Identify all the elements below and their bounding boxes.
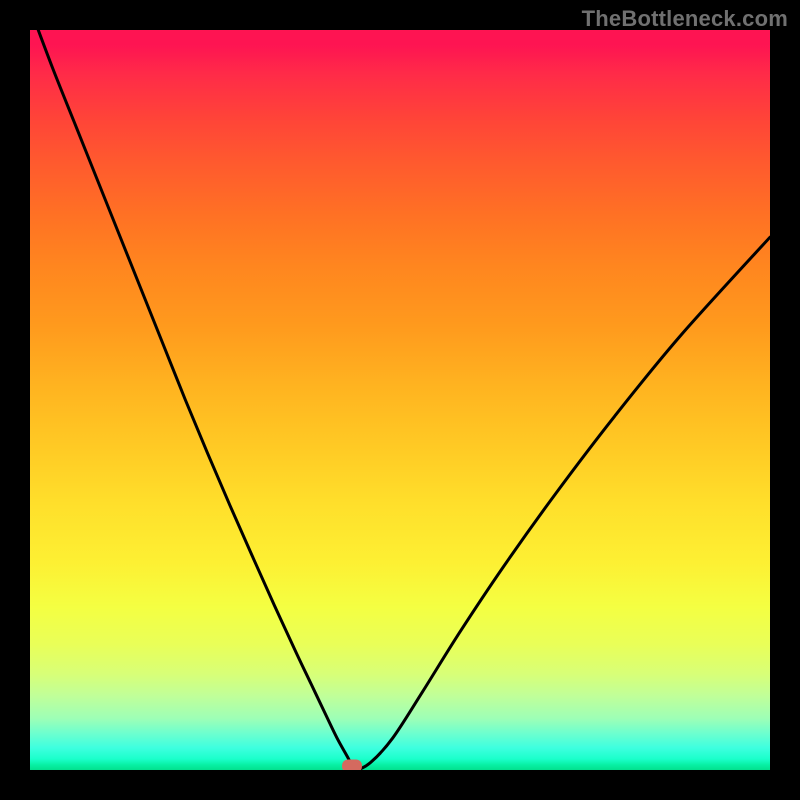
watermark-text: TheBottleneck.com bbox=[582, 6, 788, 32]
optimal-point-marker bbox=[342, 759, 362, 770]
curve-svg bbox=[30, 30, 770, 770]
plot-area bbox=[30, 30, 770, 770]
chart-frame: TheBottleneck.com bbox=[0, 0, 800, 800]
bottleneck-curve bbox=[30, 30, 770, 770]
